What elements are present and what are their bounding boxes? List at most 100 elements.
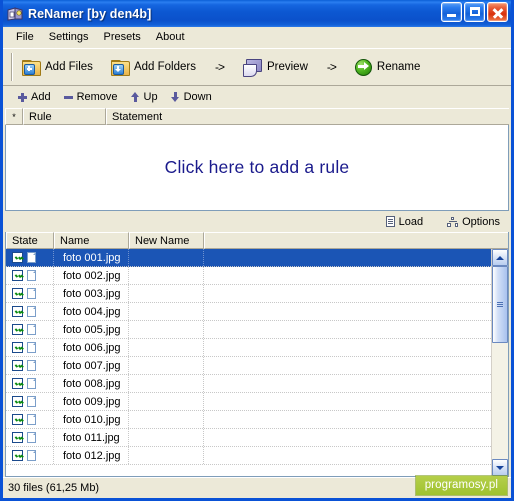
row-state-cell bbox=[6, 285, 54, 302]
add-folders-button[interactable]: Add Folders bbox=[102, 52, 205, 82]
rule-remove-button[interactable]: Remove bbox=[59, 87, 126, 107]
row-filler-cell bbox=[204, 393, 491, 410]
table-row[interactable]: foto 011.jpg bbox=[6, 429, 491, 447]
file-icon bbox=[27, 450, 36, 461]
rule-down-button[interactable]: Down bbox=[166, 87, 220, 107]
row-new-name-cell bbox=[129, 429, 204, 446]
row-checkbox[interactable] bbox=[12, 396, 23, 407]
row-new-name-cell bbox=[129, 249, 204, 266]
file-rows: foto 001.jpg foto 002.jpg foto 003.jpg foto… bbox=[6, 249, 491, 476]
row-checkbox[interactable] bbox=[12, 450, 23, 461]
title-bar[interactable]: ReNamer [by den4b] bbox=[3, 0, 511, 27]
menu-item-settings[interactable]: Settings bbox=[42, 29, 97, 45]
row-name-cell: foto 011.jpg bbox=[54, 429, 129, 446]
table-row[interactable]: foto 012.jpg bbox=[6, 447, 491, 465]
options-button[interactable]: Options bbox=[443, 214, 504, 230]
row-checkbox[interactable] bbox=[12, 378, 23, 389]
table-row[interactable]: foto 004.jpg bbox=[6, 303, 491, 321]
rules-column-star[interactable]: * bbox=[5, 108, 23, 125]
preview-button[interactable]: Preview bbox=[234, 52, 317, 82]
options-label: Options bbox=[462, 215, 500, 228]
file-list-scrollbar[interactable] bbox=[491, 249, 508, 476]
row-state-cell bbox=[6, 339, 54, 356]
row-checkbox[interactable] bbox=[12, 270, 23, 281]
table-row[interactable]: foto 007.jpg bbox=[6, 357, 491, 375]
add-files-button[interactable]: Add Files bbox=[13, 52, 102, 82]
file-column-name[interactable]: Name bbox=[54, 232, 129, 249]
file-header-row: State Name New Name bbox=[6, 232, 508, 249]
arrow-separator-2: -> bbox=[326, 60, 337, 74]
add-rule-hint[interactable]: Click here to add a rule bbox=[165, 157, 350, 178]
file-icon bbox=[27, 360, 36, 371]
row-state-cell bbox=[6, 375, 54, 392]
rename-arrow-icon bbox=[354, 58, 372, 76]
rules-column-statement[interactable]: Statement bbox=[106, 108, 509, 125]
scrollbar-track[interactable] bbox=[492, 266, 508, 459]
row-new-name-cell bbox=[129, 267, 204, 284]
row-name-cell: foto 012.jpg bbox=[54, 447, 129, 464]
rename-label: Rename bbox=[376, 61, 421, 73]
rule-up-button[interactable]: Up bbox=[126, 87, 166, 107]
row-checkbox[interactable] bbox=[12, 306, 23, 317]
table-row[interactable]: foto 005.jpg bbox=[6, 321, 491, 339]
table-row[interactable]: foto 006.jpg bbox=[6, 339, 491, 357]
load-button[interactable]: Load bbox=[382, 214, 427, 230]
row-name-cell: foto 006.jpg bbox=[54, 339, 129, 356]
preview-icon bbox=[242, 58, 262, 77]
row-checkbox[interactable] bbox=[12, 324, 23, 335]
file-column-state[interactable]: State bbox=[6, 232, 54, 249]
rules-column-rule[interactable]: Rule bbox=[23, 108, 106, 125]
row-filler-cell bbox=[204, 303, 491, 320]
row-checkbox[interactable] bbox=[12, 252, 23, 263]
menu-item-about[interactable]: About bbox=[149, 29, 193, 45]
rule-remove-label: Remove bbox=[76, 91, 118, 103]
close-button[interactable] bbox=[487, 2, 508, 22]
rename-button[interactable]: Rename bbox=[346, 52, 429, 82]
row-filler-cell bbox=[204, 249, 491, 266]
file-icon bbox=[27, 324, 36, 335]
row-checkbox[interactable] bbox=[12, 360, 23, 371]
row-state-cell bbox=[6, 303, 54, 320]
minimize-button[interactable] bbox=[441, 2, 462, 22]
row-new-name-cell bbox=[129, 357, 204, 374]
row-checkbox[interactable] bbox=[12, 342, 23, 353]
rule-add-button[interactable]: Add bbox=[13, 87, 59, 107]
add-files-icon bbox=[22, 59, 41, 76]
scroll-up-button[interactable] bbox=[492, 249, 508, 266]
row-state-cell bbox=[6, 429, 54, 446]
row-filler-cell bbox=[204, 357, 491, 374]
scroll-down-button[interactable] bbox=[492, 459, 508, 476]
menu-item-file[interactable]: File bbox=[9, 29, 42, 45]
table-row[interactable]: foto 003.jpg bbox=[6, 285, 491, 303]
row-new-name-cell bbox=[129, 447, 204, 464]
row-name-cell: foto 003.jpg bbox=[54, 285, 129, 302]
rule-up-label: Up bbox=[143, 91, 158, 103]
table-row[interactable]: foto 002.jpg bbox=[6, 267, 491, 285]
table-row[interactable]: foto 008.jpg bbox=[6, 375, 491, 393]
table-row[interactable]: foto 010.jpg bbox=[6, 411, 491, 429]
row-filler-cell bbox=[204, 321, 491, 338]
file-icon bbox=[27, 306, 36, 317]
table-row[interactable]: foto 001.jpg bbox=[6, 249, 491, 267]
row-checkbox[interactable] bbox=[12, 414, 23, 425]
file-column-new-name[interactable]: New Name bbox=[129, 232, 204, 249]
row-state-cell bbox=[6, 249, 54, 266]
scrollbar-thumb[interactable] bbox=[492, 266, 508, 344]
status-text: 30 files (61,25 Mb) bbox=[8, 482, 100, 494]
status-bar: 30 files (61,25 Mb) programosy.pl bbox=[3, 476, 511, 498]
row-new-name-cell bbox=[129, 321, 204, 338]
row-checkbox[interactable] bbox=[12, 288, 23, 299]
row-filler-cell bbox=[204, 447, 491, 464]
menu-item-presets[interactable]: Presets bbox=[96, 29, 148, 45]
row-name-cell: foto 001.jpg bbox=[54, 249, 129, 266]
maximize-button[interactable] bbox=[464, 2, 485, 22]
row-checkbox[interactable] bbox=[12, 432, 23, 443]
rules-empty-area[interactable]: Click here to add a rule bbox=[5, 125, 509, 211]
arrow-down-icon bbox=[170, 92, 180, 102]
minus-icon bbox=[63, 93, 73, 102]
table-row[interactable]: foto 009.jpg bbox=[6, 393, 491, 411]
row-name-cell: foto 010.jpg bbox=[54, 411, 129, 428]
file-icon bbox=[27, 432, 36, 443]
row-state-cell bbox=[6, 267, 54, 284]
main-toolbar: Add Files Add Folders -> Preview -> Rena… bbox=[3, 48, 511, 86]
